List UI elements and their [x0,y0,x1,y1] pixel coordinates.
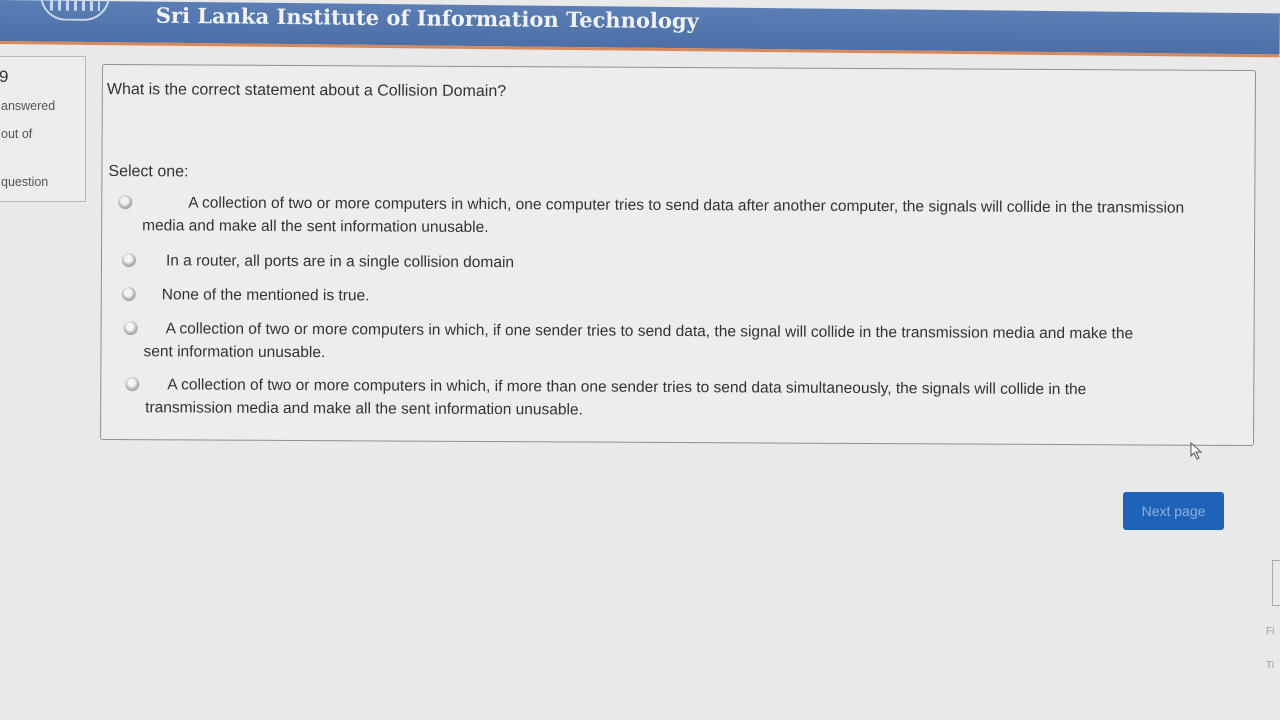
answer-option[interactable]: A collection of two or more computers in… [114,191,1214,243]
edge-panel [1272,560,1280,606]
answer-option[interactable]: In a router, all ports are in a single c… [118,249,1218,278]
answer-label: A collection of two or more computers in… [145,376,1087,419]
answer-label: None of the mentioned is true. [161,286,370,305]
question-text: What is the correct statement about a Co… [106,81,507,101]
flag-question-link[interactable]: question [1,175,48,189]
question-info-panel: 9 answered out of question [0,56,86,202]
question-status: answered [1,99,56,113]
radio-button[interactable] [121,287,136,302]
answer-label: A collection of two or more computers in… [142,194,1185,237]
answer-option[interactable]: A collection of two or more computers in… [119,317,1219,369]
radio-button[interactable] [121,253,137,268]
answer-option[interactable]: A collection of two or more computers in… [121,373,1221,425]
question-box: What is the correct statement about a Co… [100,64,1256,447]
answer-option[interactable]: None of the mentioned is true. [118,283,1218,312]
radio-button[interactable] [125,377,140,392]
site-title: Sri Lanka Institute of Information Techn… [155,2,699,34]
question-marks: out of [1,127,33,141]
answer-label: A collection of two or more computers in… [143,320,1134,362]
answer-label: In a router, all ports are in a single c… [165,252,515,272]
radio-button[interactable] [123,321,138,336]
next-page-button[interactable]: Next page [1123,492,1224,530]
site-header: Sri Lanka Institute of Information Techn… [0,0,1280,58]
question-number: 9 [0,67,9,86]
edge-text: Ti [1266,660,1274,671]
radio-button[interactable] [118,195,133,210]
institute-logo [39,0,111,22]
select-one-label: Select one: [108,163,189,181]
edge-text: Fi [1266,626,1275,637]
mouse-cursor-icon [1190,442,1203,460]
